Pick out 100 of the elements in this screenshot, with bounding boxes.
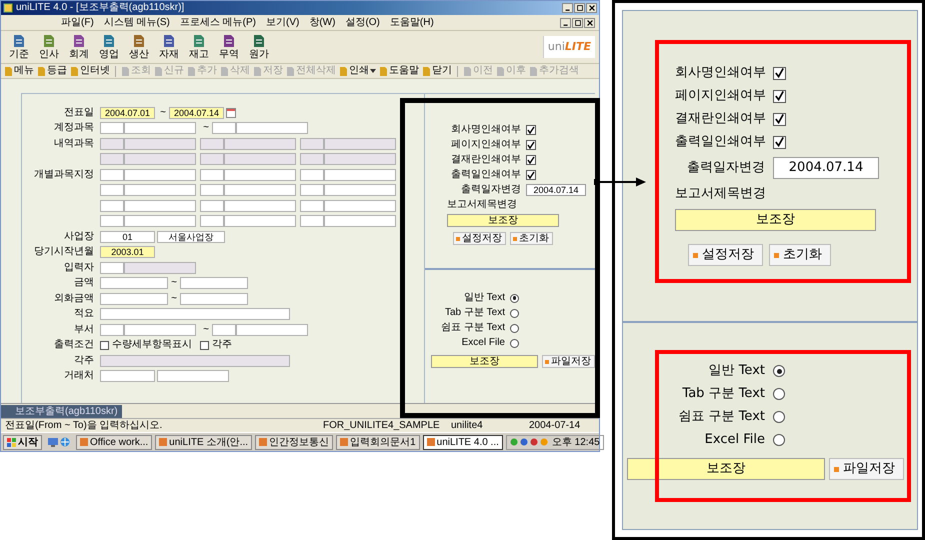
- input-field[interactable]: [157, 370, 229, 382]
- radio-button[interactable]: [773, 365, 785, 377]
- toolbar-button[interactable]: 닫기: [422, 65, 452, 77]
- input-field[interactable]: [100, 215, 124, 227]
- date-field[interactable]: 2004.07.14: [526, 184, 586, 196]
- close-button[interactable]: [584, 18, 595, 28]
- taskbar-item[interactable]: uniLITE 4.0 ...: [422, 434, 503, 450]
- module-button[interactable]: 생산: [127, 34, 151, 60]
- input-field[interactable]: [236, 324, 308, 336]
- menu-item[interactable]: 설정(O): [345, 16, 380, 28]
- input-field[interactable]: 2004.07.01: [100, 106, 155, 118]
- input-field[interactable]: [224, 200, 296, 212]
- input-field[interactable]: [212, 324, 236, 336]
- save-file-button[interactable]: 파일저장: [542, 355, 595, 368]
- toolbar-button[interactable]: 인터넷: [70, 65, 110, 77]
- checkbox[interactable]: [526, 140, 536, 150]
- menu-item[interactable]: 도움말(H): [390, 16, 434, 28]
- file-name-field[interactable]: 보조장: [431, 355, 538, 368]
- minimize-button[interactable]: [560, 18, 571, 28]
- module-button[interactable]: 기준: [7, 34, 31, 60]
- checkbox[interactable]: [526, 125, 536, 135]
- menu-item[interactable]: 파일(F): [61, 16, 94, 28]
- action-button[interactable]: 설정저장: [453, 232, 506, 245]
- checkbox[interactable]: [526, 170, 536, 180]
- input-field[interactable]: [212, 122, 236, 134]
- module-button[interactable]: 무역: [217, 34, 241, 60]
- toolbar-button[interactable]: 메뉴: [4, 65, 34, 77]
- checkbox[interactable]: [773, 112, 786, 126]
- checkbox[interactable]: [773, 90, 786, 102]
- input-field[interactable]: [100, 370, 155, 382]
- module-button[interactable]: 영업: [97, 34, 121, 60]
- input-field[interactable]: [100, 324, 124, 336]
- input-field[interactable]: [100, 308, 290, 320]
- taskbar-item[interactable]: 인간정보통신: [255, 434, 334, 450]
- input-field[interactable]: [300, 168, 324, 180]
- checkbox[interactable]: [773, 66, 786, 80]
- input-field[interactable]: [200, 184, 224, 196]
- document-tab[interactable]: 보조부출력(agb110skr): [1, 405, 122, 418]
- input-field[interactable]: [200, 168, 224, 180]
- start-button[interactable]: 시작: [3, 434, 42, 450]
- toolbar-button[interactable]: 등급: [37, 65, 67, 77]
- input-field[interactable]: [200, 200, 224, 212]
- input-field[interactable]: [180, 277, 248, 289]
- checkbox[interactable]: [526, 155, 536, 165]
- input-field[interactable]: [224, 168, 296, 180]
- input-field[interactable]: 서울사업장: [157, 230, 225, 242]
- taskbar-item[interactable]: 입력회의문서1: [336, 434, 420, 450]
- menu-item[interactable]: 창(W): [309, 16, 336, 28]
- input-field[interactable]: [180, 292, 248, 304]
- input-field[interactable]: [100, 184, 124, 196]
- close-button[interactable]: [586, 3, 597, 13]
- input-field[interactable]: [100, 277, 168, 289]
- module-button[interactable]: 인사: [37, 34, 61, 60]
- input-field[interactable]: 2003.01: [100, 246, 155, 258]
- radio-button[interactable]: [510, 324, 519, 332]
- input-field[interactable]: [324, 168, 396, 180]
- action-button[interactable]: 초기화: [510, 232, 553, 245]
- input-field[interactable]: [200, 215, 224, 227]
- checkbox[interactable]: [100, 340, 109, 350]
- input-field[interactable]: [124, 324, 196, 336]
- menu-item[interactable]: 프로세스 메뉴(P): [180, 16, 256, 28]
- file-name-field[interactable]: 보조장: [627, 458, 825, 480]
- taskbar-item[interactable]: Office work...: [76, 434, 152, 450]
- title-field[interactable]: 보조장: [447, 214, 559, 227]
- input-field[interactable]: [100, 168, 124, 180]
- radio-button[interactable]: [510, 308, 519, 318]
- input-field[interactable]: [124, 184, 196, 196]
- input-field[interactable]: [236, 122, 308, 134]
- maximize-button[interactable]: [574, 3, 585, 13]
- input-field[interactable]: [224, 184, 296, 196]
- menu-item[interactable]: 보기(V): [266, 16, 300, 28]
- input-field[interactable]: [100, 200, 124, 212]
- input-field[interactable]: [100, 292, 168, 304]
- minimize-button[interactable]: [562, 3, 573, 13]
- input-field[interactable]: [324, 200, 396, 212]
- toolbar-button[interactable]: 도움말: [379, 65, 419, 77]
- input-field[interactable]: 2004.07.14: [169, 106, 224, 118]
- input-field[interactable]: [224, 215, 296, 227]
- toolbar-button[interactable]: 인쇄: [339, 65, 376, 77]
- checkbox[interactable]: [773, 136, 786, 148]
- module-button[interactable]: 재고: [187, 34, 211, 60]
- input-field[interactable]: 01: [100, 230, 155, 242]
- checkbox[interactable]: [200, 340, 209, 350]
- save-file-button[interactable]: 파일저장: [829, 458, 904, 480]
- input-field[interactable]: [324, 215, 396, 227]
- radio-button[interactable]: [773, 388, 785, 400]
- input-field[interactable]: [124, 122, 196, 134]
- input-field[interactable]: [300, 184, 324, 196]
- input-field[interactable]: [300, 215, 324, 227]
- date-field[interactable]: 2004.07.14: [773, 157, 879, 179]
- radio-button[interactable]: [773, 411, 785, 423]
- input-field[interactable]: [324, 184, 396, 196]
- input-field[interactable]: [300, 200, 324, 212]
- radio-button[interactable]: [510, 294, 519, 302]
- input-field[interactable]: [124, 200, 196, 212]
- radio-button[interactable]: [773, 434, 785, 446]
- module-button[interactable]: 자재: [157, 34, 181, 60]
- input-field[interactable]: [124, 168, 196, 180]
- radio-button[interactable]: [510, 338, 519, 348]
- maximize-button[interactable]: [572, 18, 583, 28]
